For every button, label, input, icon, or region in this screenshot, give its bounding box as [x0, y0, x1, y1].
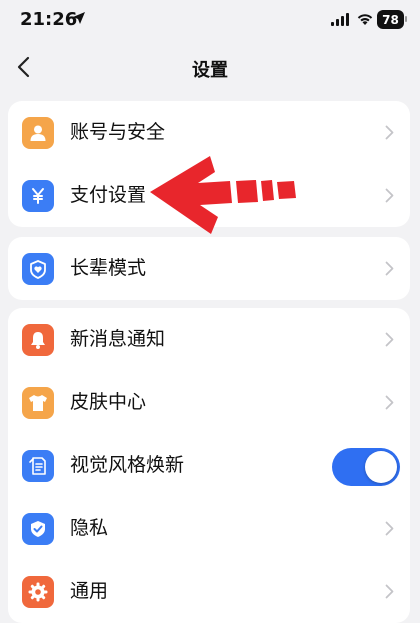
chevron-right-icon	[385, 188, 394, 203]
location-arrow-icon	[73, 12, 85, 24]
battery-cap	[405, 16, 407, 22]
settings-item-elder-mode[interactable]: 长辈模式	[8, 237, 410, 300]
settings-item-label: 长辈模式	[70, 257, 147, 279]
chevron-right-icon	[385, 261, 394, 276]
settings-item-general[interactable]: 通用	[8, 560, 410, 623]
settings-item-visual-style[interactable]: 视觉风格焕新	[8, 434, 410, 497]
page-title: 设置	[192, 60, 228, 81]
battery-indicator: 78	[377, 10, 404, 29]
toggle-knob	[365, 451, 397, 483]
settings-item-label: 视觉风格焕新	[70, 454, 185, 476]
calendar-new-icon	[22, 450, 54, 482]
heart-icon	[22, 253, 54, 285]
settings-item-label: 隐私	[70, 517, 109, 539]
chevron-right-icon	[385, 395, 394, 410]
wifi-icon	[357, 14, 373, 25]
settings-item-label: 通用	[70, 580, 109, 602]
chevron-right-icon	[385, 521, 394, 536]
shirt-icon	[22, 387, 54, 419]
settings-item-label: 支付设置	[70, 184, 147, 206]
person-icon	[22, 117, 54, 149]
settings-item-skin-center[interactable]: 皮肤中心	[8, 371, 410, 434]
battery-level: 78	[382, 12, 399, 27]
status-time: 21:26	[20, 9, 78, 30]
settings-item-notifications[interactable]: 新消息通知	[8, 308, 410, 371]
yen-icon	[22, 180, 54, 212]
settings-item-label: 皮肤中心	[70, 391, 147, 413]
settings-group-general: 新消息通知 皮肤中心 视觉风格焕新 隐私 通用	[8, 308, 410, 623]
nav-bar: 设置	[0, 42, 420, 92]
cellular-signal-icon	[331, 13, 349, 26]
chevron-right-icon	[385, 125, 394, 140]
status-bar: 21:26 78	[0, 0, 420, 42]
red-arrow-annotation	[150, 156, 296, 234]
chevron-right-icon	[385, 332, 394, 347]
settings-item-label: 新消息通知	[70, 328, 166, 350]
chevron-right-icon	[385, 584, 394, 599]
gear-icon	[22, 576, 54, 608]
settings-group-elder: 长辈模式	[8, 237, 410, 300]
settings-item-privacy[interactable]: 隐私	[8, 497, 410, 560]
visual-style-toggle[interactable]	[332, 448, 400, 486]
bell-icon	[22, 324, 54, 356]
shield-check-icon	[22, 513, 54, 545]
